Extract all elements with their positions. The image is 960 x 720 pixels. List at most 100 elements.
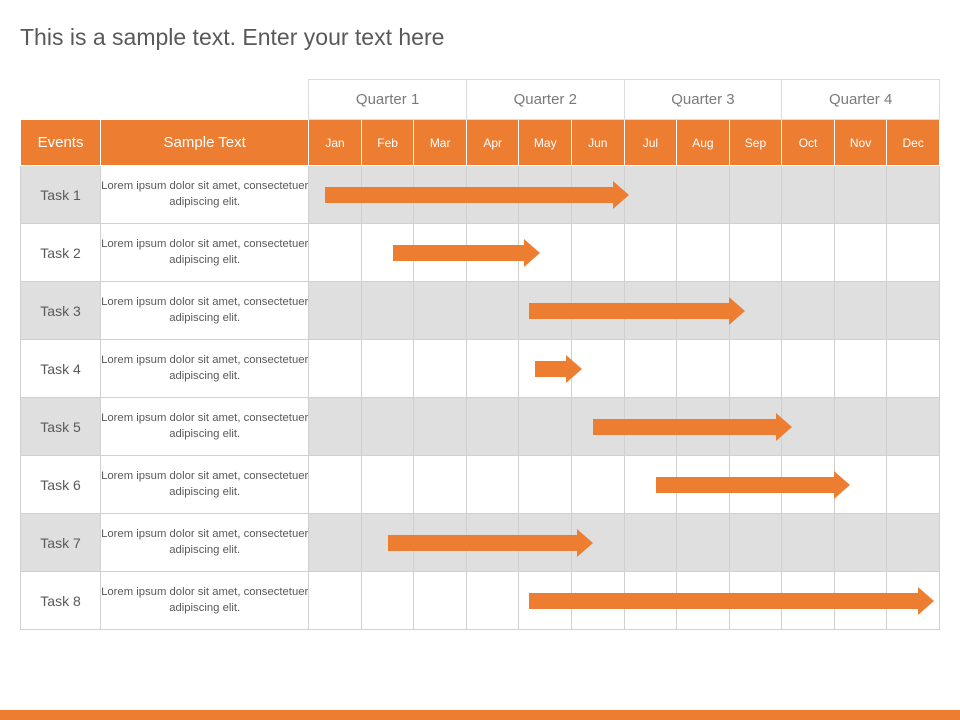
month-label: Jul [624, 120, 677, 166]
gantt-cell [729, 572, 782, 630]
gantt-cell [677, 166, 730, 224]
gantt-cell [782, 456, 835, 514]
gantt-cell [519, 224, 572, 282]
quarter-label: Quarter 1 [309, 80, 467, 120]
gantt-cell [729, 166, 782, 224]
task-desc-cell: Lorem ipsum dolor sit amet, consectetuer… [101, 514, 309, 572]
gantt-cell [729, 398, 782, 456]
task-desc-cell: Lorem ipsum dolor sit amet, consectetuer… [101, 572, 309, 630]
gantt-cell [572, 456, 625, 514]
gantt-cell [677, 340, 730, 398]
table-row: Task 5Lorem ipsum dolor sit amet, consec… [21, 398, 940, 456]
gantt-cell [361, 514, 414, 572]
gantt-cell [361, 224, 414, 282]
gantt-cell [887, 340, 940, 398]
quarter-header-row: Quarter 1 Quarter 2 Quarter 3 Quarter 4 [21, 80, 940, 120]
gantt-cell [361, 398, 414, 456]
gantt-cell [466, 398, 519, 456]
gantt-cell [361, 456, 414, 514]
gantt-cell [572, 166, 625, 224]
task-name-cell: Task 7 [21, 514, 101, 572]
gantt-cell [624, 166, 677, 224]
task-desc-cell: Lorem ipsum dolor sit amet, consectetuer… [101, 282, 309, 340]
month-label: Nov [834, 120, 887, 166]
quarter-label: Quarter 4 [782, 80, 940, 120]
gantt-cell [361, 572, 414, 630]
gantt-cell [834, 166, 887, 224]
gantt-cell [834, 456, 887, 514]
gantt-cell [677, 456, 730, 514]
gantt-cell [414, 166, 467, 224]
gantt-cell [414, 456, 467, 514]
gantt-cell [361, 282, 414, 340]
month-label: Aug [677, 120, 730, 166]
table-row: Task 1Lorem ipsum dolor sit amet, consec… [21, 166, 940, 224]
gantt-cell [466, 340, 519, 398]
gantt-cell [466, 224, 519, 282]
month-label: Apr [466, 120, 519, 166]
month-label: Dec [887, 120, 940, 166]
gantt-cell [519, 166, 572, 224]
gantt-cell [677, 224, 730, 282]
gantt-cell [624, 224, 677, 282]
gantt-cell [782, 572, 835, 630]
table-row: Task 8Lorem ipsum dolor sit amet, consec… [21, 572, 940, 630]
gantt-cell [887, 224, 940, 282]
gantt-cell [887, 456, 940, 514]
gantt-cell [572, 224, 625, 282]
gantt-cell [887, 282, 940, 340]
gantt-cell [361, 166, 414, 224]
task-name-cell: Task 8 [21, 572, 101, 630]
quarter-label: Quarter 2 [466, 80, 624, 120]
sample-text-header: Sample Text [101, 120, 309, 166]
gantt-cell [887, 398, 940, 456]
task-desc-cell: Lorem ipsum dolor sit amet, consectetuer… [101, 340, 309, 398]
table-row: Task 2Lorem ipsum dolor sit amet, consec… [21, 224, 940, 282]
month-header-row: Events Sample Text Jan Feb Mar Apr May J… [21, 120, 940, 166]
month-label: Oct [782, 120, 835, 166]
gantt-cell [466, 572, 519, 630]
gantt-cell [624, 572, 677, 630]
gantt-cell [519, 514, 572, 572]
gantt-cell [624, 514, 677, 572]
quarter-label: Quarter 3 [624, 80, 782, 120]
gantt-cell [519, 572, 572, 630]
gantt-cell [834, 282, 887, 340]
gantt-cell [414, 514, 467, 572]
gantt-cell [309, 572, 362, 630]
gantt-chart: Quarter 1 Quarter 2 Quarter 3 Quarter 4 … [0, 79, 960, 630]
gantt-cell [414, 224, 467, 282]
gantt-cell [572, 514, 625, 572]
gantt-cell [624, 282, 677, 340]
table-row: Task 6Lorem ipsum dolor sit amet, consec… [21, 456, 940, 514]
gantt-cell [309, 166, 362, 224]
events-header: Events [21, 120, 101, 166]
month-label: Jan [309, 120, 362, 166]
gantt-cell [519, 340, 572, 398]
gantt-cell [309, 224, 362, 282]
gantt-cell [309, 282, 362, 340]
gantt-cell [624, 456, 677, 514]
gantt-cell [834, 340, 887, 398]
task-name-cell: Task 3 [21, 282, 101, 340]
gantt-cell [677, 514, 730, 572]
table-row: Task 7Lorem ipsum dolor sit amet, consec… [21, 514, 940, 572]
gantt-cell [572, 398, 625, 456]
gantt-cell [677, 572, 730, 630]
gantt-cell [309, 456, 362, 514]
gantt-cell [519, 398, 572, 456]
gantt-cell [834, 224, 887, 282]
month-label: Sep [729, 120, 782, 166]
gantt-cell [466, 514, 519, 572]
gantt-cell [729, 456, 782, 514]
gantt-cell [729, 282, 782, 340]
gantt-cell [782, 514, 835, 572]
gantt-cell [466, 456, 519, 514]
task-desc-cell: Lorem ipsum dolor sit amet, consectetuer… [101, 166, 309, 224]
month-label: May [519, 120, 572, 166]
gantt-cell [834, 514, 887, 572]
gantt-cell [887, 166, 940, 224]
gantt-cell [782, 282, 835, 340]
month-label: Feb [361, 120, 414, 166]
gantt-cell [466, 282, 519, 340]
